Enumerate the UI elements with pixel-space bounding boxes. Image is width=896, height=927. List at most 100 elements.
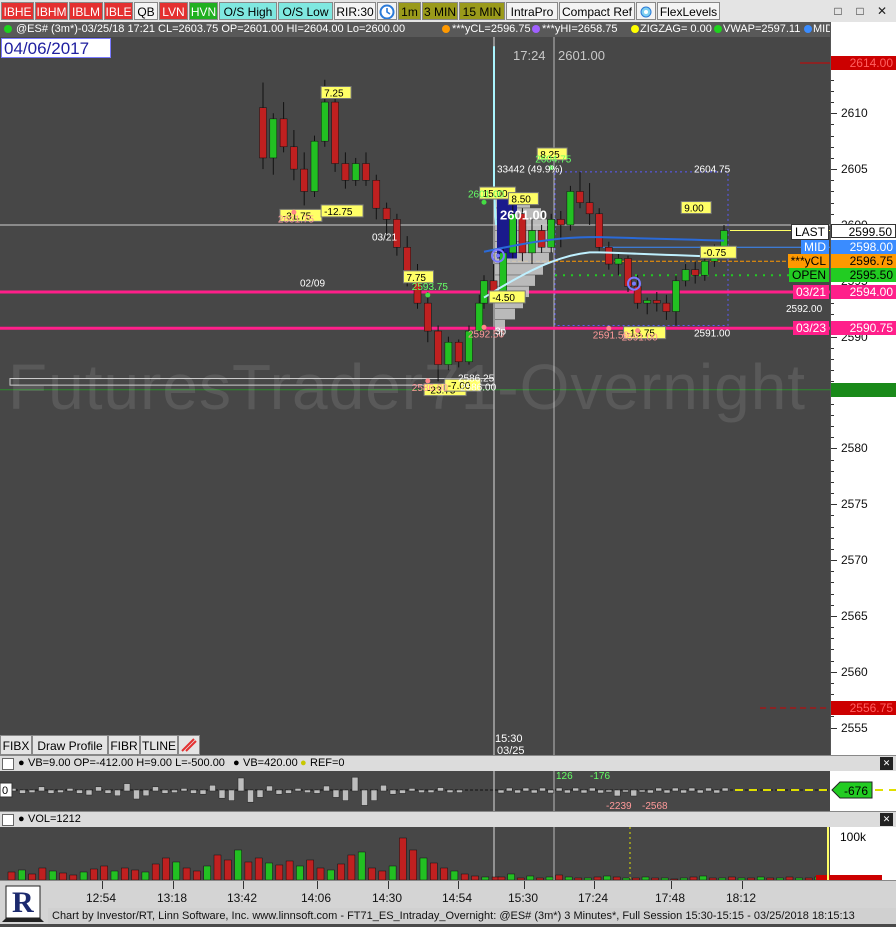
volume-bar: [90, 868, 98, 880]
watermark: FuturesTrader71-Overnight: [8, 351, 807, 423]
close-icon[interactable]: ✕: [874, 3, 890, 19]
candle-body: [681, 269, 690, 282]
time-tick-mark: [388, 881, 389, 889]
volume-bar: [141, 871, 150, 880]
fibr-button[interactable]: FIBR: [108, 735, 140, 755]
toolbar-button-hvn[interactable]: HVN: [189, 2, 218, 20]
vb-bar: [332, 789, 340, 798]
time-tick-mark: [671, 881, 672, 889]
price-minor-tick: [831, 370, 834, 372]
price-axis[interactable]: 2555256025652570257525802585259025952600…: [830, 22, 896, 758]
price-minor-tick: [831, 582, 834, 584]
price-minor-tick: [831, 358, 834, 360]
price-minor-tick: [831, 604, 834, 606]
toolbar-button-rir-30[interactable]: RIR:30: [334, 2, 376, 20]
price-tick-mark: [831, 336, 837, 338]
vol-collapse-toggle[interactable]: [2, 814, 14, 826]
vb-bar: [180, 788, 188, 792]
vb-bar: [57, 789, 64, 793]
clock-icon[interactable]: [377, 2, 397, 20]
draw-profile-button[interactable]: Draw Profile: [32, 735, 108, 755]
vb-panel[interactable]: 0 -676 126 -176 -2239 -2568: [0, 771, 896, 811]
price-minor-tick: [831, 347, 834, 349]
toolbar-button-iblm[interactable]: IBLM: [69, 2, 103, 20]
volume-bar: [7, 871, 16, 880]
vb-bar: [19, 789, 26, 794]
candle-body: [331, 101, 339, 164]
tline-button[interactable]: TLINE: [140, 735, 178, 755]
vb-bar: [437, 787, 444, 792]
vb-bar: [663, 789, 671, 794]
vol-close-icon[interactable]: ✕: [880, 813, 893, 826]
toolbar-button-o-s-low[interactable]: O/S Low: [278, 2, 333, 20]
toolbar-button-compact-ref[interactable]: Compact Ref: [559, 2, 635, 20]
vb-bar: [237, 777, 245, 792]
annotation-value: 8.50: [511, 195, 531, 206]
toolbar-button-ible[interactable]: IBLE: [104, 2, 133, 20]
time-tick-mark: [102, 881, 103, 889]
volume-bar: [337, 863, 345, 880]
price-tick-label: 2610: [841, 106, 868, 121]
price-minor-tick: [831, 660, 834, 662]
volume-bar: [193, 870, 201, 880]
volume-bar: [419, 857, 428, 880]
restore-icon[interactable]: □: [852, 3, 868, 19]
vb-zero-label: 0: [2, 785, 8, 797]
candle-body: [310, 140, 319, 192]
candle-body: [279, 118, 288, 148]
toolbar-button-intrapro[interactable]: IntraPro: [506, 2, 558, 20]
volume-bar: [430, 862, 438, 880]
toolbar-button-ibhm[interactable]: IBHM: [35, 2, 68, 20]
vb-collapse-toggle[interactable]: [2, 758, 14, 770]
volume-bar: [48, 870, 57, 880]
time-axis[interactable]: 12:54 13:18 13:42 14:06 14:30 14:54 15:30 17:24…: [0, 880, 896, 909]
chart-text-label: 3p: [495, 326, 507, 337]
price-minor-tick: [831, 459, 834, 461]
vb-bar: [446, 789, 454, 793]
price-tick-label: 2580: [841, 441, 868, 456]
swing-high-dot: [425, 292, 431, 298]
price-minor-tick: [831, 414, 834, 416]
price-minor-tick: [831, 79, 834, 81]
price-minor-tick: [831, 638, 834, 640]
price-minor-tick: [831, 682, 834, 684]
vb-bar: [564, 789, 571, 794]
vb-bar: [547, 789, 555, 794]
toolbar-button-3-min[interactable]: 3 MIN: [422, 2, 458, 20]
time-tick-mark: [594, 881, 595, 889]
price-minor-tick: [831, 213, 834, 215]
vb-bar: [721, 787, 729, 792]
volume-bar: [224, 859, 232, 880]
vb-bar: [190, 789, 197, 794]
pencil-icon[interactable]: [178, 735, 200, 755]
vb-swing-label: -2568: [642, 801, 668, 811]
candle-body: [382, 207, 391, 220]
footer-text: Chart by Investor/RT, Linn Software, Inc…: [52, 910, 855, 922]
volume-bar: [409, 849, 417, 880]
volume-bar: [172, 861, 181, 880]
vb-bar: [266, 785, 273, 792]
toolbar-button-lvn[interactable]: LVN: [159, 2, 188, 20]
toolbar-button-1m[interactable]: 1m: [398, 2, 421, 20]
toolbar-button-o-s-high[interactable]: O/S High: [219, 2, 277, 20]
toolbar-button-qb[interactable]: QB: [134, 2, 158, 20]
vb-bar: [713, 789, 721, 794]
price-minor-tick: [831, 403, 834, 405]
toolbar-button-ibhe[interactable]: IBHE: [1, 2, 34, 20]
vb-bar: [522, 787, 530, 792]
price-tag-last: 2599.50: [831, 223, 896, 239]
price-minor-tick: [831, 135, 834, 137]
gear-icon[interactable]: [636, 2, 656, 20]
toolbar-button-flexlevels[interactable]: FlexLevels: [657, 2, 720, 20]
swing-high-label: 2593.75: [412, 282, 449, 293]
volume-bar: [378, 870, 387, 880]
candle-body: [662, 302, 671, 312]
toolbar-button-15-min[interactable]: 15 MIN: [459, 2, 505, 20]
vwap-dot-icon: [713, 22, 723, 37]
volume-panel[interactable]: 100k: [0, 827, 896, 880]
fibx-button[interactable]: FIBX: [0, 735, 32, 755]
vb-close-icon[interactable]: ✕: [880, 757, 893, 770]
time-tick-label: 13:18: [157, 891, 188, 905]
minimize-icon[interactable]: □: [830, 3, 846, 19]
pivot-target-dot: [632, 281, 636, 286]
